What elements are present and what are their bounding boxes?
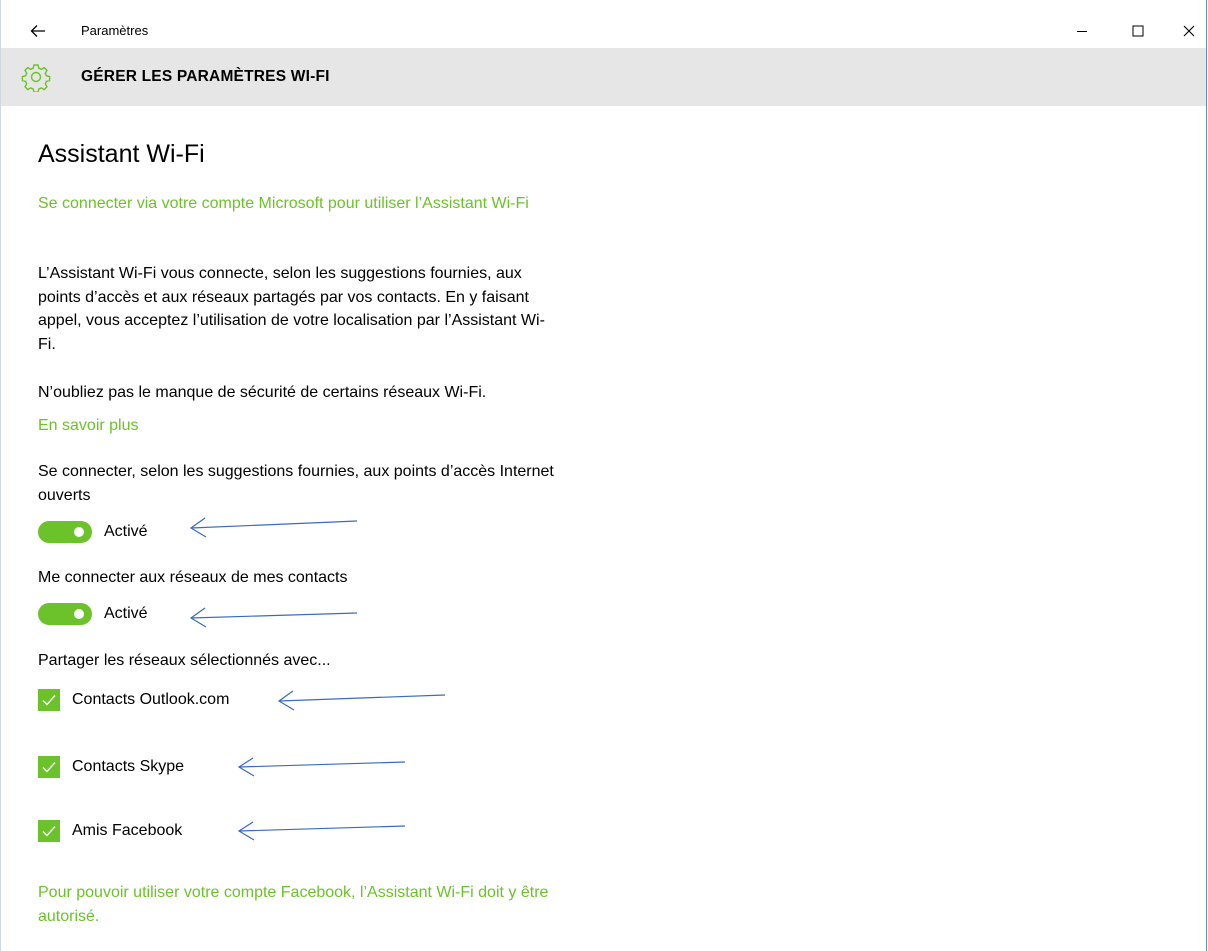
microsoft-signin-link[interactable]: Se connecter via votre compte Microsoft …: [38, 192, 558, 216]
app-title: Paramètres: [81, 23, 149, 38]
skype-checkbox[interactable]: [38, 756, 60, 778]
share-option-skype: Contacts Skype: [38, 755, 184, 779]
annotation-arrow-icon: [277, 690, 446, 711]
annotation-arrow-icon: [189, 517, 358, 538]
annotation-arrow-icon: [237, 757, 406, 777]
share-option-facebook: Amis Facebook: [38, 819, 182, 843]
contacts-networks-label: Me connecter aux réseaux de mes contacts: [38, 569, 348, 586]
close-icon: [1183, 25, 1195, 37]
maximize-icon: [1132, 25, 1144, 37]
outlook-label: Contacts Outlook.com: [72, 691, 230, 708]
contacts-networks-toggle-row: Activé: [38, 602, 148, 626]
open-hotspots-label: Se connecter, selon les suggestions four…: [38, 463, 554, 504]
learn-more-link[interactable]: En savoir plus: [38, 414, 139, 438]
minimize-icon: [1077, 31, 1087, 32]
settings-window: Paramètres GÉRER LES PARAMÈTRES WI-FI As…: [0, 0, 1207, 951]
open-hotspots-toggle-row: Activé: [38, 520, 148, 544]
share-option-outlook: Contacts Outlook.com: [38, 688, 229, 712]
close-button[interactable]: [1166, 14, 1208, 48]
open-hotspots-state: Activé: [104, 523, 148, 540]
description-text: L’Assistant Wi-Fi vous connecte, selon l…: [38, 265, 545, 353]
gear-icon: [21, 64, 51, 92]
page-title: Assistant Wi-Fi: [38, 140, 205, 168]
page-header: GÉRER LES PARAMÈTRES WI-FI: [1, 48, 1206, 106]
outlook-checkbox[interactable]: [38, 689, 60, 711]
annotation-arrow-icon: [189, 607, 358, 628]
checkmark-icon: [42, 762, 56, 773]
contacts-networks-state: Activé: [104, 605, 148, 622]
facebook-authorization-link[interactable]: Pour pouvoir utiliser votre compte Faceb…: [38, 881, 558, 928]
annotation-arrow-icon: [237, 821, 406, 841]
facebook-label: Amis Facebook: [72, 822, 183, 839]
back-arrow-icon: [30, 25, 45, 37]
facebook-checkbox[interactable]: [38, 820, 60, 842]
open-hotspots-toggle[interactable]: [38, 521, 92, 543]
contacts-networks-toggle[interactable]: [38, 603, 92, 625]
checkmark-icon: [42, 826, 56, 837]
security-note: N’oubliez pas le manque de sécurité de c…: [38, 384, 487, 401]
maximize-button[interactable]: [1115, 14, 1161, 48]
minimize-button[interactable]: [1059, 14, 1105, 48]
back-button[interactable]: [23, 18, 53, 44]
share-label: Partager les réseaux sélectionnés avec..…: [38, 652, 331, 669]
skype-label: Contacts Skype: [72, 758, 185, 775]
checkmark-icon: [42, 695, 56, 706]
page-section-title: GÉRER LES PARAMÈTRES WI-FI: [81, 68, 330, 85]
